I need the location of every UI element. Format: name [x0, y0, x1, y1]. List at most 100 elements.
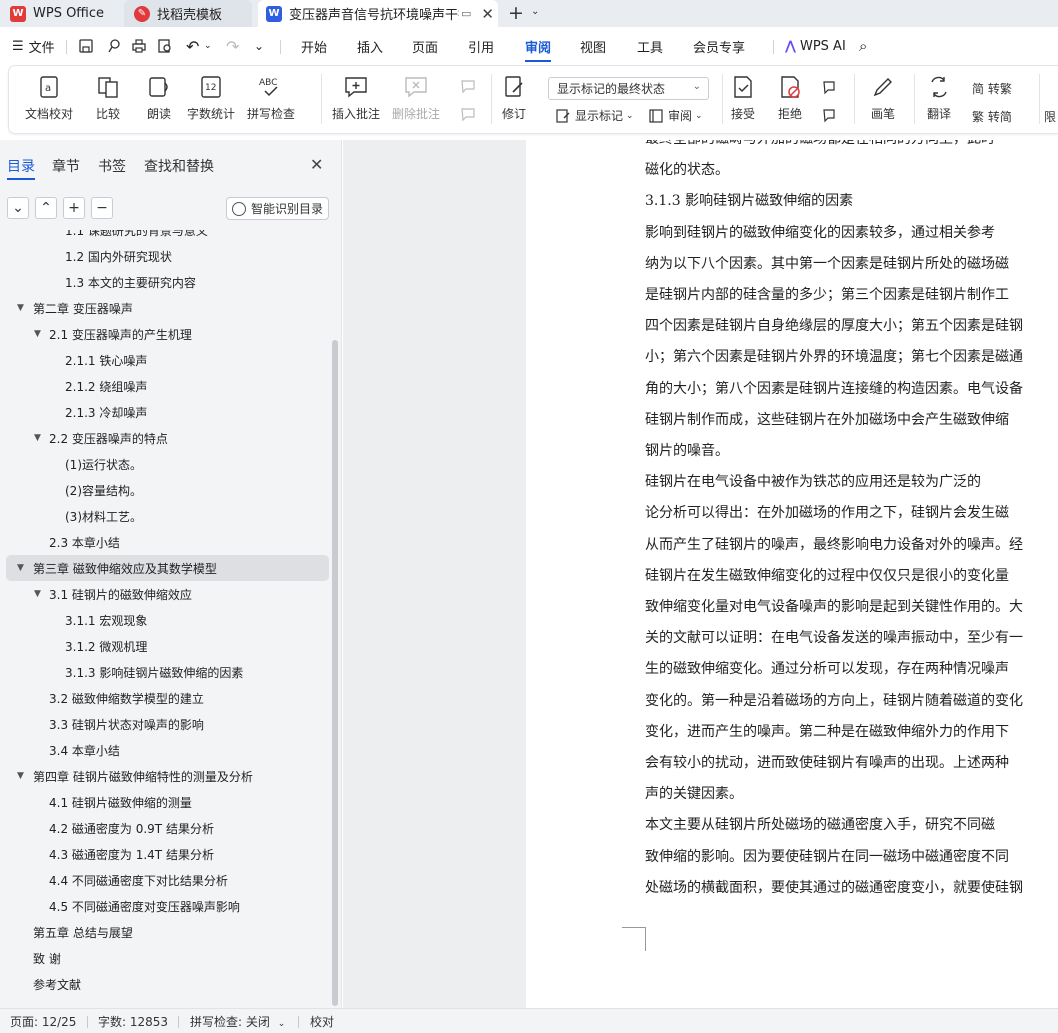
menu-item-member[interactable]: 会员专享: [693, 27, 745, 65]
smart-toc-button[interactable]: 智能识别目录: [226, 197, 329, 220]
undo-icon[interactable]: ↶: [186, 27, 199, 65]
toc-item[interactable]: 4.1 硅钢片磁致伸缩的测量: [0, 789, 330, 815]
menu-item-insert[interactable]: 插入: [357, 27, 383, 65]
toc-item[interactable]: 1.2 国内外研究现状: [0, 243, 330, 269]
document-page[interactable]: 最终全部的磁畴与外加的磁场都是在相同的方向上，此时磁化的状态。 3.1.3 影响硅…: [526, 140, 1058, 1008]
toc-item[interactable]: 2.1.1 铁心噪声: [0, 347, 330, 373]
toc-item[interactable]: 1.1 课题研究的背景与意义: [0, 230, 330, 243]
doc-check-button[interactable]: a 文档校对: [25, 74, 73, 122]
menu-item-reference[interactable]: 引用: [468, 27, 494, 65]
tab-template[interactable]: ✎ 找稻壳模板: [124, 0, 252, 27]
toc-item[interactable]: 3.1.1 宏观现象: [0, 607, 330, 633]
menu-item-page[interactable]: 页面: [412, 27, 438, 65]
tab-chapters[interactable]: 章节: [52, 156, 80, 176]
toc-item[interactable]: ▼ 3.1 硅钢片的磁致伸缩效应: [0, 581, 330, 607]
remove-heading-button[interactable]: −: [91, 197, 113, 219]
to-traditional-button[interactable]: 简 转繁: [972, 80, 1012, 97]
read-aloud-button[interactable]: 朗读: [146, 74, 172, 122]
compare-button[interactable]: 比较: [95, 74, 121, 122]
to-simplified-button[interactable]: 繁 转简: [972, 108, 1012, 125]
toc-item[interactable]: 3.4 本章小结: [0, 737, 330, 763]
toc-item[interactable]: 致 谢: [0, 945, 330, 971]
toc-item[interactable]: 3.3 硅钢片状态对噪声的影响: [0, 711, 330, 737]
proofread-button[interactable]: 校对: [310, 1013, 334, 1030]
translate-button[interactable]: 翻译: [926, 74, 952, 122]
restrict-editing-button[interactable]: 限: [1044, 108, 1056, 125]
expand-arrow-icon[interactable]: ▼: [34, 589, 41, 599]
wps-ai-button[interactable]: ⋀ WPS AI: [785, 27, 846, 65]
close-tab-icon[interactable]: ✕: [481, 5, 494, 23]
toc-item[interactable]: ▼ 第二章 变压器噪声: [0, 295, 330, 321]
tab-document[interactable]: W 变压器声音信号抗环境噪声干扰 ▭ ✕: [258, 0, 498, 27]
tab-toc[interactable]: 目录: [7, 156, 35, 180]
collapse-all-button[interactable]: ⌄: [7, 197, 29, 219]
accept-button[interactable]: 接受: [730, 74, 756, 122]
toc-item[interactable]: ▼ 2.1 变压器噪声的产生机理: [0, 321, 330, 347]
format-painter-icon[interactable]: [106, 27, 122, 65]
toc-item[interactable]: (1)运行状态。: [0, 451, 330, 477]
close-icon[interactable]: ✕: [310, 155, 323, 174]
tab-label: 变压器声音信号抗环境噪声干扰: [289, 8, 459, 23]
monitor-icon[interactable]: ▭: [461, 7, 471, 20]
tab-list-chevron-icon[interactable]: ⌄: [531, 6, 539, 17]
search-icon[interactable]: ⌕: [859, 27, 867, 65]
next-change-icon[interactable]: [821, 107, 841, 123]
save-icon[interactable]: [78, 27, 94, 65]
toc-item[interactable]: 3.1.3 影响硅钢片磁致伸缩的因素: [0, 659, 330, 685]
file-menu[interactable]: ☰ 文件: [12, 27, 55, 65]
reject-button[interactable]: 拒绝: [777, 74, 803, 122]
toc-item[interactable]: 4.3 磁通密度为 1.4T 结果分析: [0, 841, 330, 867]
expand-arrow-icon[interactable]: ▼: [17, 563, 24, 573]
toc-scrollbar[interactable]: [332, 340, 338, 1006]
expand-arrow-icon[interactable]: ▼: [34, 329, 41, 339]
menu-item-review[interactable]: 审阅: [525, 27, 552, 65]
print-icon[interactable]: [131, 27, 147, 65]
print-preview-icon[interactable]: [157, 27, 173, 65]
toc-item[interactable]: 1.3 本文的主要研究内容: [0, 269, 330, 295]
menu-item-view[interactable]: 视图: [580, 27, 606, 65]
toc-item[interactable]: 2.1.2 绕组噪声: [0, 373, 330, 399]
toc-item[interactable]: 3.1.2 微观机理: [0, 633, 330, 659]
expand-arrow-icon[interactable]: ▼: [34, 433, 41, 443]
tab-wps-office[interactable]: W WPS Office: [10, 0, 120, 27]
toc-item-label: 1.3 本文的主要研究内容: [65, 275, 196, 290]
review-pane-button[interactable]: 审阅 ⌄: [648, 107, 703, 124]
toc-item[interactable]: 3.2 磁致伸缩数学模型的建立: [0, 685, 330, 711]
show-markup-button[interactable]: 显示标记 ⌄: [555, 107, 634, 124]
new-tab-icon[interactable]: +: [508, 2, 524, 24]
expand-up-button[interactable]: ⌃: [35, 197, 57, 219]
spell-check-status[interactable]: 拼写检查: 关闭 ⌄: [190, 1013, 285, 1030]
page-indicator[interactable]: 页面: 12/25: [10, 1013, 76, 1030]
tab-find-replace[interactable]: 查找和替换: [144, 156, 214, 176]
toc-item[interactable]: 4.4 不同磁通密度下对比结果分析: [0, 867, 330, 893]
insert-comment-button[interactable]: 插入批注: [332, 74, 380, 122]
toc-item[interactable]: 4.2 磁通密度为 0.9T 结果分析: [0, 815, 330, 841]
toc-item[interactable]: 第五章 总结与展望: [0, 919, 330, 945]
tab-bookmarks[interactable]: 书签: [98, 156, 126, 176]
markup-state-select[interactable]: 显示标记的最终状态 ⌄: [548, 77, 709, 100]
toc-item[interactable]: ▼ 2.2 变压器噪声的特点: [0, 425, 330, 451]
menu-item-tools[interactable]: 工具: [637, 27, 663, 65]
word-count-indicator[interactable]: 字数: 12853: [98, 1013, 168, 1030]
more-chevron-icon[interactable]: ⌄: [254, 27, 264, 65]
word-count-button[interactable]: 12 字数统计: [187, 74, 235, 122]
pen-button[interactable]: 画笔: [870, 74, 896, 122]
toc-item[interactable]: 2.3 本章小结: [0, 529, 330, 555]
add-heading-button[interactable]: +: [63, 197, 85, 219]
spell-check-button[interactable]: ABC 拼写检查: [247, 74, 295, 122]
svg-text:ABC: ABC: [259, 78, 277, 88]
revise-button[interactable]: 修订: [501, 74, 527, 122]
undo-dropdown-icon[interactable]: ⌄: [204, 27, 212, 65]
toc-item[interactable]: 2.1.3 冷却噪声: [0, 399, 330, 425]
toc-item[interactable]: 4.5 不同磁通密度对变压器噪声影响: [0, 893, 330, 919]
expand-arrow-icon[interactable]: ▼: [17, 771, 24, 781]
toc-item[interactable]: ▼ 第四章 硅钢片磁致伸缩特性的测量及分析: [0, 763, 330, 789]
body-text-line: 角的大小；第八个因素是硅钢片连接缝的构造因素。电气设备: [645, 380, 1023, 397]
toc-item[interactable]: 参考文献: [0, 971, 330, 997]
prev-change-icon[interactable]: [821, 79, 841, 95]
toc-item[interactable]: (2)容量结构。: [0, 477, 330, 503]
menu-item-start[interactable]: 开始: [301, 27, 327, 65]
toc-item[interactable]: ▼ 第三章 磁致伸缩效应及其数学模型: [6, 555, 329, 581]
expand-arrow-icon[interactable]: ▼: [17, 303, 24, 313]
toc-item[interactable]: (3)材料工艺。: [0, 503, 330, 529]
